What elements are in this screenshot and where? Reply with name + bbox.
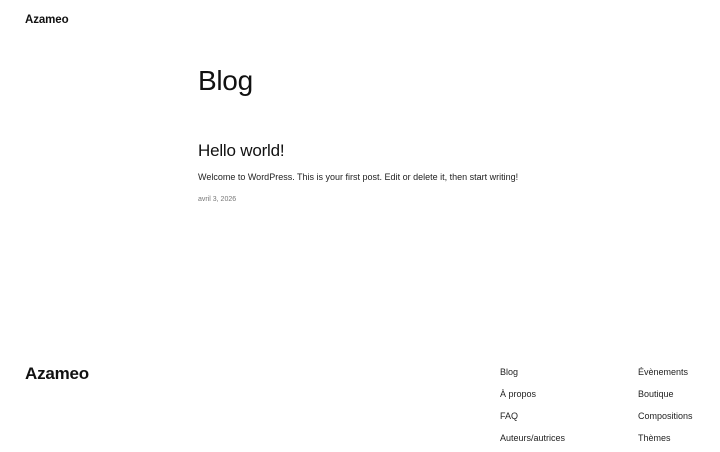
footer-nav-item-blog[interactable]: Blog — [500, 364, 565, 386]
post-card: Hello world! Welcome to WordPress. This … — [198, 140, 658, 203]
post-date[interactable]: avril 3, 2026 — [198, 196, 658, 203]
post-excerpt: Welcome to WordPress. This is your first… — [198, 172, 519, 183]
footer-nav-item-boutique[interactable]: Boutique — [638, 386, 693, 408]
footer-nav-column-2: Évènements Boutique Compositions Thèmes — [638, 364, 693, 452]
footer-nav-item-faq[interactable]: FAQ — [500, 408, 565, 430]
footer-nav-item-themes[interactable]: Thèmes — [638, 430, 693, 452]
footer-nav-item-compositions[interactable]: Compositions — [638, 408, 693, 430]
footer-site-title-link[interactable]: Azameo — [25, 364, 89, 384]
footer-nav-item-auteurs[interactable]: Auteurs/autrices — [500, 430, 565, 452]
footer-nav-column-1: Blog À propos FAQ Auteurs/autrices — [500, 364, 565, 452]
site-title-link[interactable]: Azameo — [25, 14, 69, 26]
footer-nav-item-evenements[interactable]: Évènements — [638, 364, 693, 386]
site-header: Azameo — [25, 10, 69, 28]
page-title: Blog — [198, 65, 253, 96]
footer-nav-item-a-propos[interactable]: À propos — [500, 386, 565, 408]
post-title-link[interactable]: Hello world! — [198, 140, 658, 161]
